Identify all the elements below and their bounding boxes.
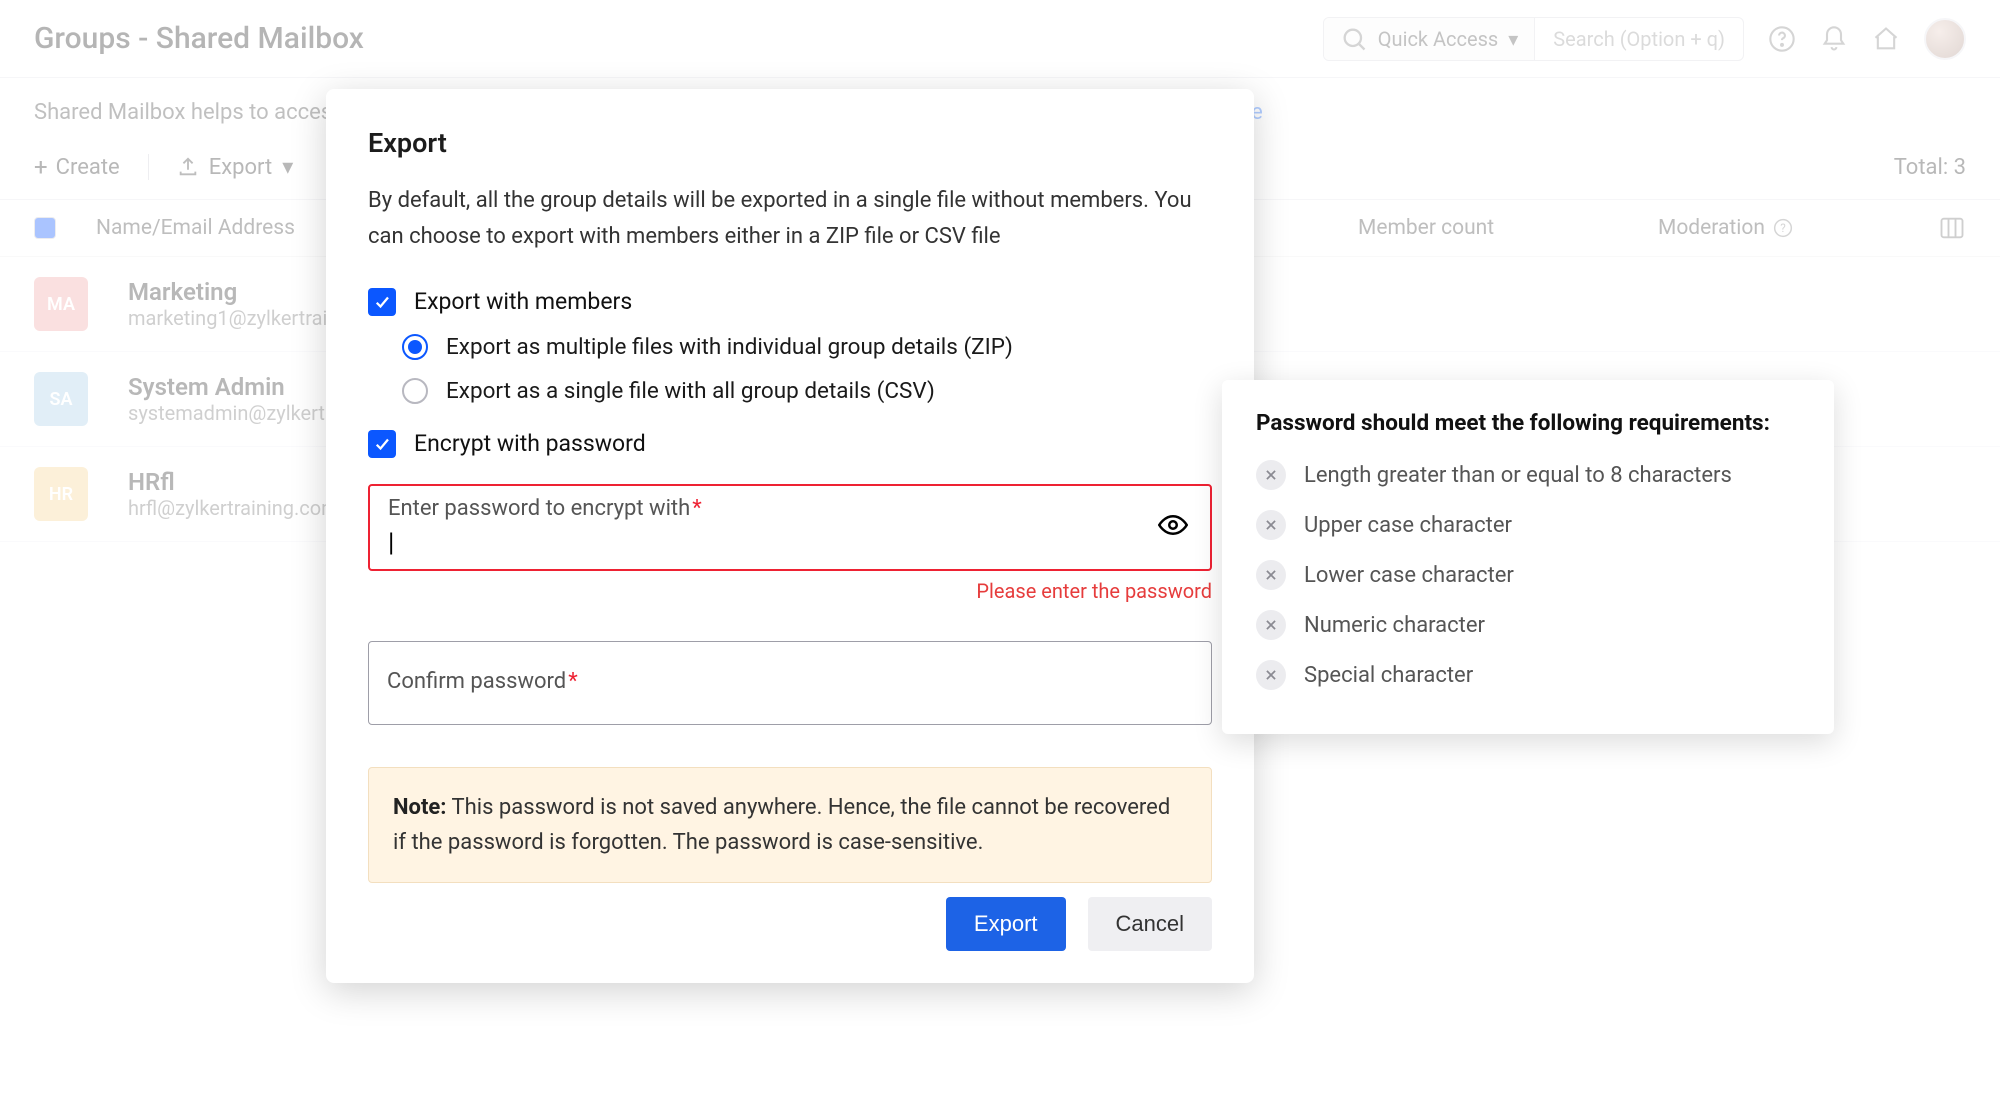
password-rule-item: Special character <box>1256 650 1800 700</box>
x-icon <box>1256 510 1286 540</box>
text-caret: | <box>388 529 1192 557</box>
group-badge: MA <box>34 277 88 331</box>
export-button[interactable]: Export ▾ <box>177 155 294 180</box>
create-label: Create <box>56 155 120 180</box>
dialog-title: Export <box>368 127 1212 159</box>
password-rules-title: Password should meet the following requi… <box>1256 410 1800 436</box>
encrypt-label: Encrypt with password <box>414 430 646 457</box>
export-csv-label: Export as a single file with all group d… <box>446 378 935 404</box>
bell-icon[interactable] <box>1820 25 1848 53</box>
export-with-members-option[interactable]: Export with members <box>368 288 1212 316</box>
export-dialog: Export By default, all the group details… <box>326 89 1254 983</box>
password-rule-text: Special character <box>1304 663 1473 688</box>
password-field[interactable]: Enter password to encrypt with* | <box>368 484 1212 571</box>
plus-icon: + <box>34 153 48 181</box>
password-rule-item: Numeric character <box>1256 600 1800 650</box>
col-moderation: Moderation <box>1658 216 1765 240</box>
password-rule-text: Upper case character <box>1304 513 1512 538</box>
svg-text:?: ? <box>1780 221 1786 235</box>
password-error: Please enter the password <box>368 579 1212 603</box>
password-rule-text: Lower case character <box>1304 563 1514 588</box>
password-rule-item: Lower case character <box>1256 550 1800 600</box>
export-icon <box>177 156 199 178</box>
radio-selected-icon[interactable] <box>402 334 428 360</box>
confirm-password-field[interactable]: Confirm password* <box>368 641 1212 725</box>
note-prefix: Note: <box>393 795 446 820</box>
chevron-down-icon: ▾ <box>1508 27 1518 51</box>
select-all-checkbox[interactable] <box>34 217 56 239</box>
export-submit-button[interactable]: Export <box>946 897 1066 951</box>
total-count: Total: 3 <box>1894 155 1966 180</box>
dialog-description: By default, all the group details will b… <box>368 183 1212 256</box>
eye-icon[interactable] <box>1158 510 1188 544</box>
x-icon <box>1256 610 1286 640</box>
quick-access-label: Quick Access <box>1378 27 1498 51</box>
help-icon[interactable]: ? <box>1773 218 1793 238</box>
x-icon <box>1256 660 1286 690</box>
quick-access-combo[interactable]: Quick Access ▾ Search (Option + q) <box>1323 17 1744 61</box>
radio-unselected-icon[interactable] <box>402 378 428 404</box>
x-icon <box>1256 460 1286 490</box>
help-icon[interactable] <box>1768 25 1796 53</box>
note-box: Note: This password is not saved anywher… <box>368 767 1212 883</box>
password-rule-text: Numeric character <box>1304 613 1485 638</box>
group-email: hrfl@zylkertraining.com <box>128 496 339 520</box>
encrypt-option[interactable]: Encrypt with password <box>368 430 1212 458</box>
home-icon[interactable] <box>1872 25 1900 53</box>
create-button[interactable]: + Create <box>34 153 120 181</box>
password-rules-popover: Password should meet the following requi… <box>1222 380 1834 734</box>
col-member-count: Member count <box>1358 216 1618 240</box>
columns-settings-icon[interactable] <box>1938 214 1966 242</box>
export-with-members-label: Export with members <box>414 288 632 315</box>
group-badge: HR <box>34 467 88 521</box>
separator <box>148 154 149 180</box>
x-icon <box>1256 560 1286 590</box>
note-body: This password is not saved anywhere. Hen… <box>393 795 1170 855</box>
export-label: Export <box>209 155 273 180</box>
password-rule-text: Length greater than or equal to 8 charac… <box>1304 463 1732 488</box>
export-csv-option[interactable]: Export as a single file with all group d… <box>402 378 1212 404</box>
avatar[interactable] <box>1924 18 1966 60</box>
password-rule-item: Length greater than or equal to 8 charac… <box>1256 450 1800 500</box>
password-label: Enter password to encrypt with* <box>388 496 1192 521</box>
confirm-password-label: Confirm password* <box>387 669 578 694</box>
chevron-down-icon: ▾ <box>282 155 293 180</box>
password-rule-item: Upper case character <box>1256 500 1800 550</box>
page-title: Groups - Shared Mailbox <box>34 21 1299 56</box>
search-icon <box>1340 25 1368 53</box>
checkbox-checked-icon[interactable] <box>368 430 396 458</box>
export-zip-label: Export as multiple files with individual… <box>446 334 1013 360</box>
cancel-button[interactable]: Cancel <box>1088 897 1212 951</box>
search-input[interactable]: Search (Option + q) <box>1535 27 1743 51</box>
export-zip-option[interactable]: Export as multiple files with individual… <box>402 334 1212 360</box>
checkbox-checked-icon[interactable] <box>368 288 396 316</box>
group-badge: SA <box>34 372 88 426</box>
group-name: HRfl <box>128 468 339 496</box>
